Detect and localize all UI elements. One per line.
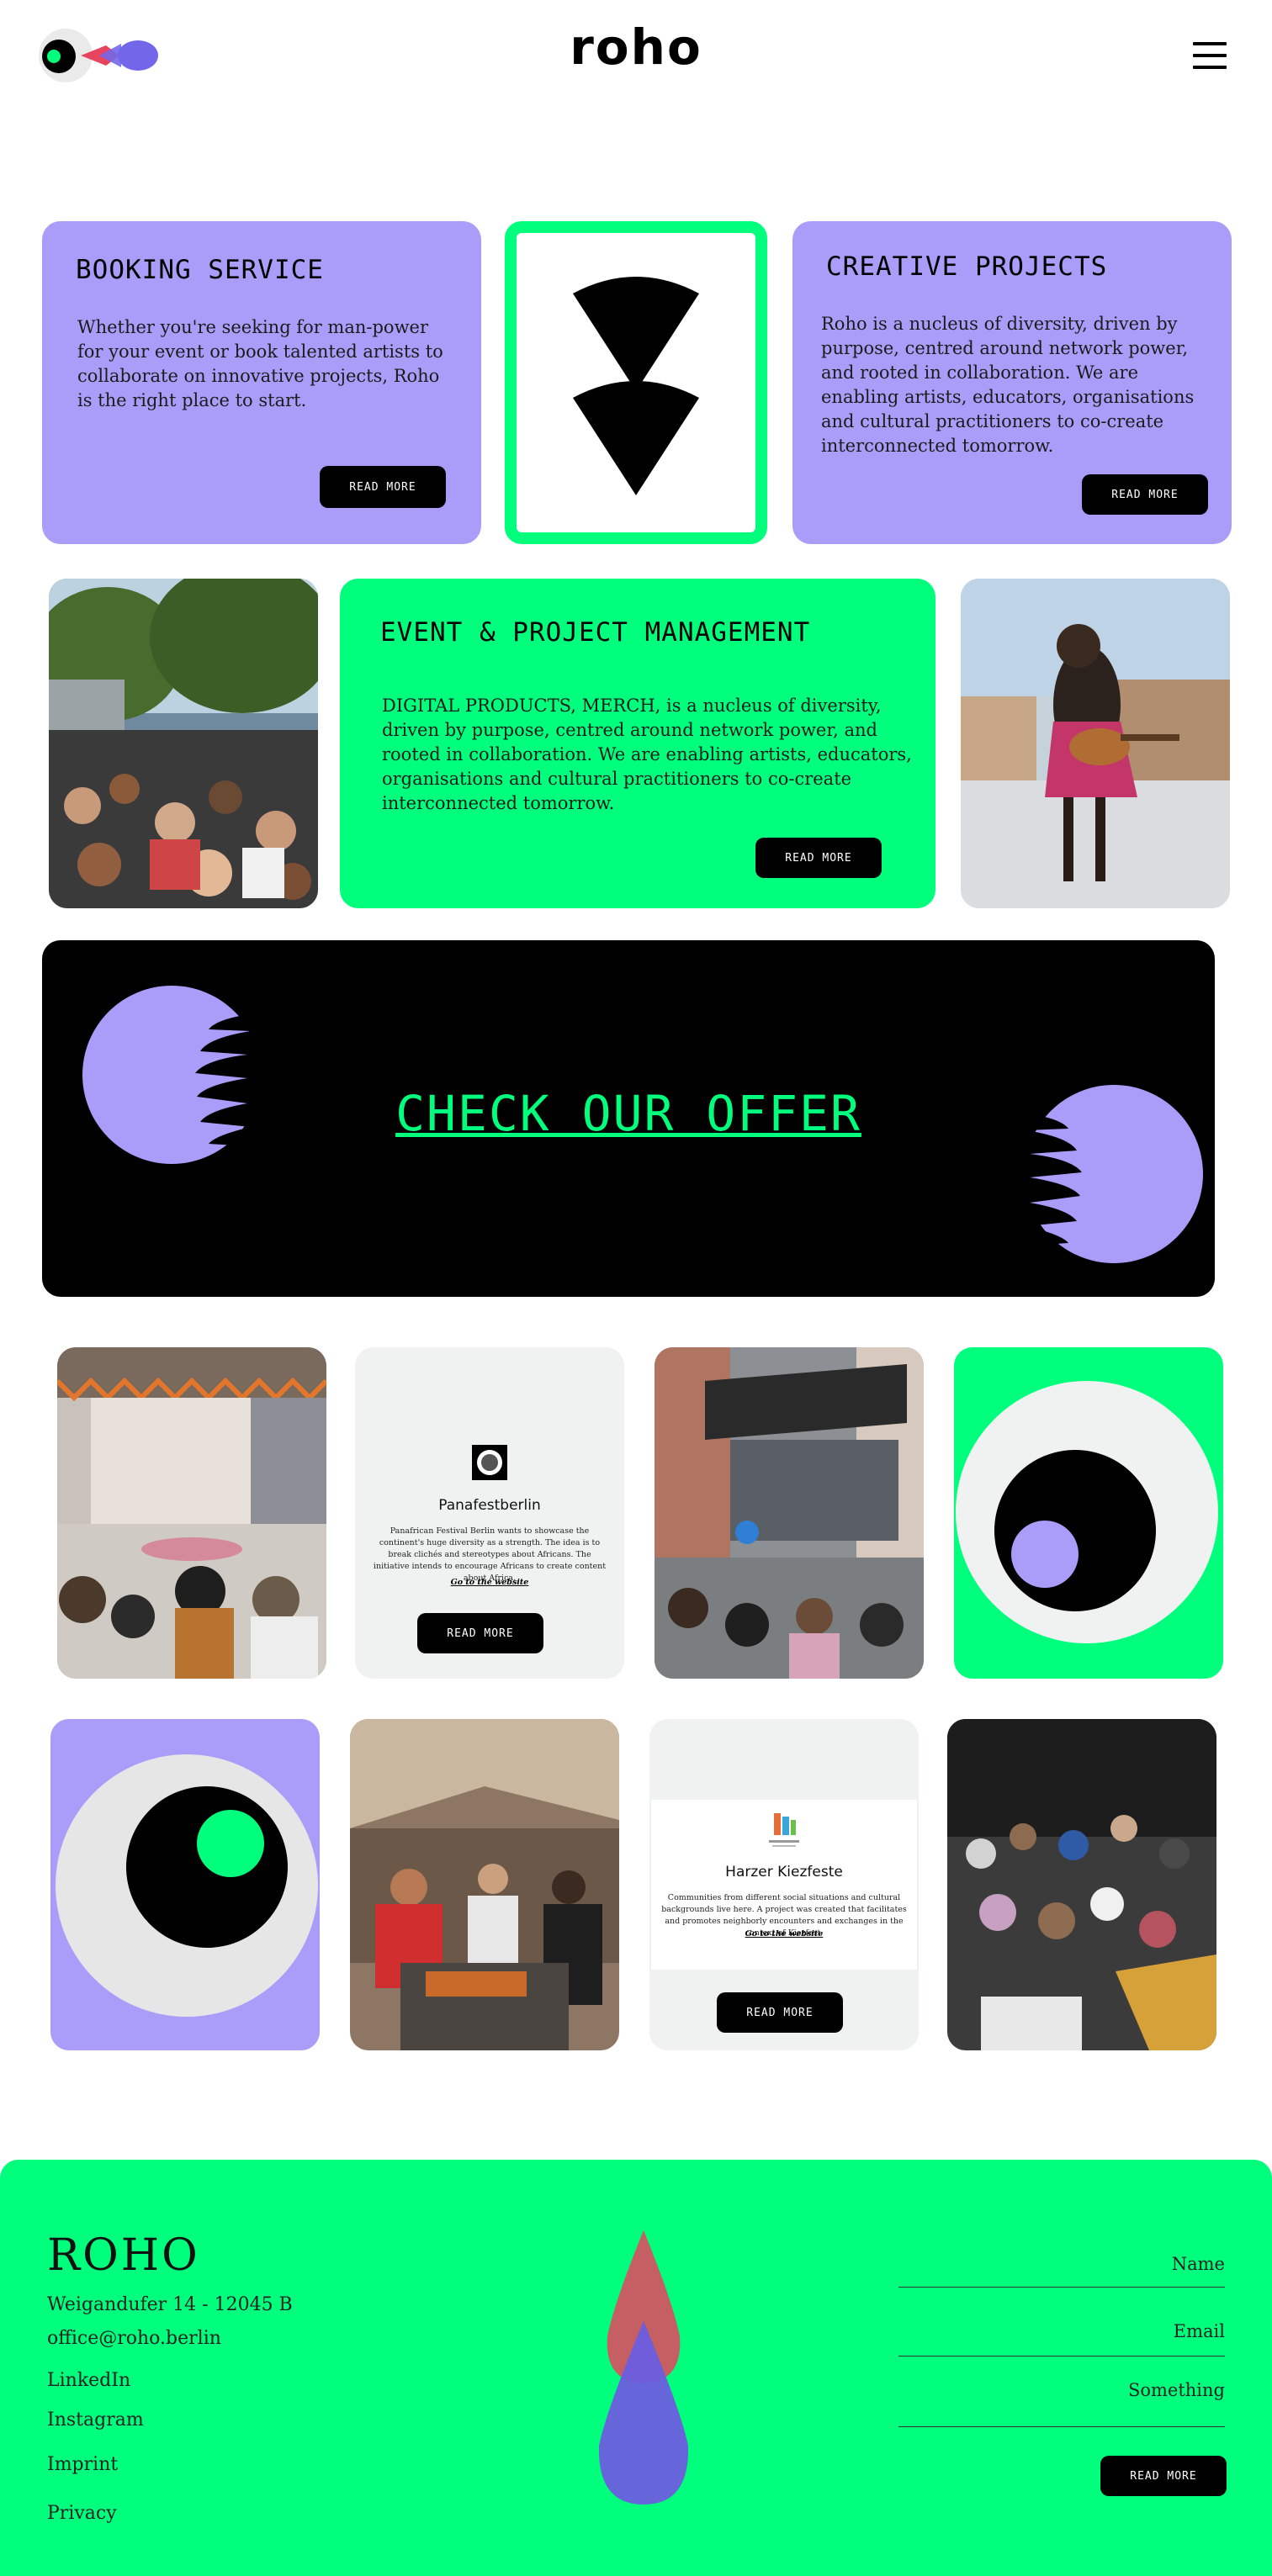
outdoor-stage-photo: [655, 1347, 924, 1679]
message-input[interactable]: [898, 2380, 1225, 2400]
card-title: EVENT & PROJECT MANAGEMENT: [380, 617, 811, 648]
brand-logo-text[interactable]: roho: [0, 19, 1272, 76]
harzer-title: Harzer Kiezfeste: [725, 1864, 843, 1880]
food-stall-tent-photo: [350, 1719, 619, 2050]
panafest-logo-icon: [472, 1445, 507, 1480]
big-eye-green-card: [954, 1347, 1223, 1679]
read-more-button[interactable]: READ MORE: [755, 838, 882, 878]
footer-email-link[interactable]: office@roho.berlin: [47, 2328, 221, 2349]
read-more-button[interactable]: READ MORE: [320, 466, 446, 508]
name-input[interactable]: [898, 2254, 1225, 2274]
panafest-description: Panafrican Festival Berlin wants to show…: [373, 1526, 607, 1583]
stacked-drops-icon: [573, 277, 699, 495]
big-eye-icon: [56, 1754, 318, 2017]
drops-icon-card: [505, 221, 767, 544]
footer-link-instagram[interactable]: Instagram: [47, 2409, 144, 2431]
booking-service-card: BOOKING SERVICE Whether you're seeking f…: [42, 221, 481, 544]
harzer-kiezfeste-card: Harzer Kiezfeste Communities from differ…: [649, 1719, 919, 2050]
overlapping-drops-icon: [598, 2230, 689, 2505]
read-more-button[interactable]: READ MORE: [417, 1613, 543, 1653]
card-title: BOOKING SERVICE: [76, 255, 324, 285]
check-offer-banner: CHECK OUR OFFER: [42, 940, 1215, 1297]
email-field[interactable]: [898, 2321, 1225, 2356]
crowd-from-above-photo: [947, 1719, 1216, 2050]
harzer-logo-icon: [769, 1813, 799, 1847]
big-eye-icon: [956, 1381, 1218, 1643]
read-more-button[interactable]: READ MORE: [1082, 474, 1208, 515]
guitar-player-photo: [961, 579, 1230, 908]
spiky-eye-left-icon: [82, 986, 262, 1164]
footer-brand: ROHO: [47, 2230, 200, 2281]
street-festival-crowd-photo: [49, 579, 318, 908]
creative-projects-card: CREATIVE PROJECTS Roho is a nucleus of d…: [792, 221, 1232, 544]
card-text: Roho is a nucleus of diversity, driven b…: [821, 314, 1195, 456]
form-submit-button[interactable]: READ MORE: [1100, 2456, 1227, 2496]
footer-link-privacy[interactable]: Privacy: [47, 2503, 117, 2524]
event-project-management-card: EVENT & PROJECT MANAGEMENT DIGITAL PRODU…: [340, 579, 935, 908]
hamburger-menu-icon[interactable]: [1193, 42, 1227, 69]
card-text: Whether you're seeking for man-power for…: [77, 317, 443, 410]
card-text: DIGITAL PRODUCTS, MERCH, is a nucleus of…: [382, 696, 912, 813]
name-field[interactable]: [898, 2254, 1225, 2288]
spiky-eye-right-icon: [1015, 1085, 1203, 1263]
footer-link-linkedin[interactable]: LinkedIn: [47, 2370, 130, 2391]
read-more-button[interactable]: READ MORE: [717, 1992, 843, 2033]
panafest-website-link[interactable]: Go to the website: [355, 1578, 624, 1587]
card-title: CREATIVE PROJECTS: [826, 251, 1108, 282]
message-field[interactable]: [898, 2380, 1225, 2427]
footer-link-imprint[interactable]: Imprint: [47, 2454, 118, 2475]
footer: ROHO Weigandufer 14 - 12045 B office@roh…: [0, 2160, 1272, 2576]
big-eye-purple-card: [50, 1719, 320, 2050]
footer-address: Weigandufer 14 - 12045 B: [47, 2294, 293, 2315]
dance-performance-photo: [57, 1347, 326, 1679]
harzer-website-link[interactable]: Go to the website: [649, 1929, 919, 1939]
panafest-title: Panafestberlin: [438, 1497, 541, 1514]
email-input[interactable]: [898, 2321, 1225, 2341]
panafest-card: Panafestberlin Panafrican Festival Berli…: [355, 1347, 624, 1679]
